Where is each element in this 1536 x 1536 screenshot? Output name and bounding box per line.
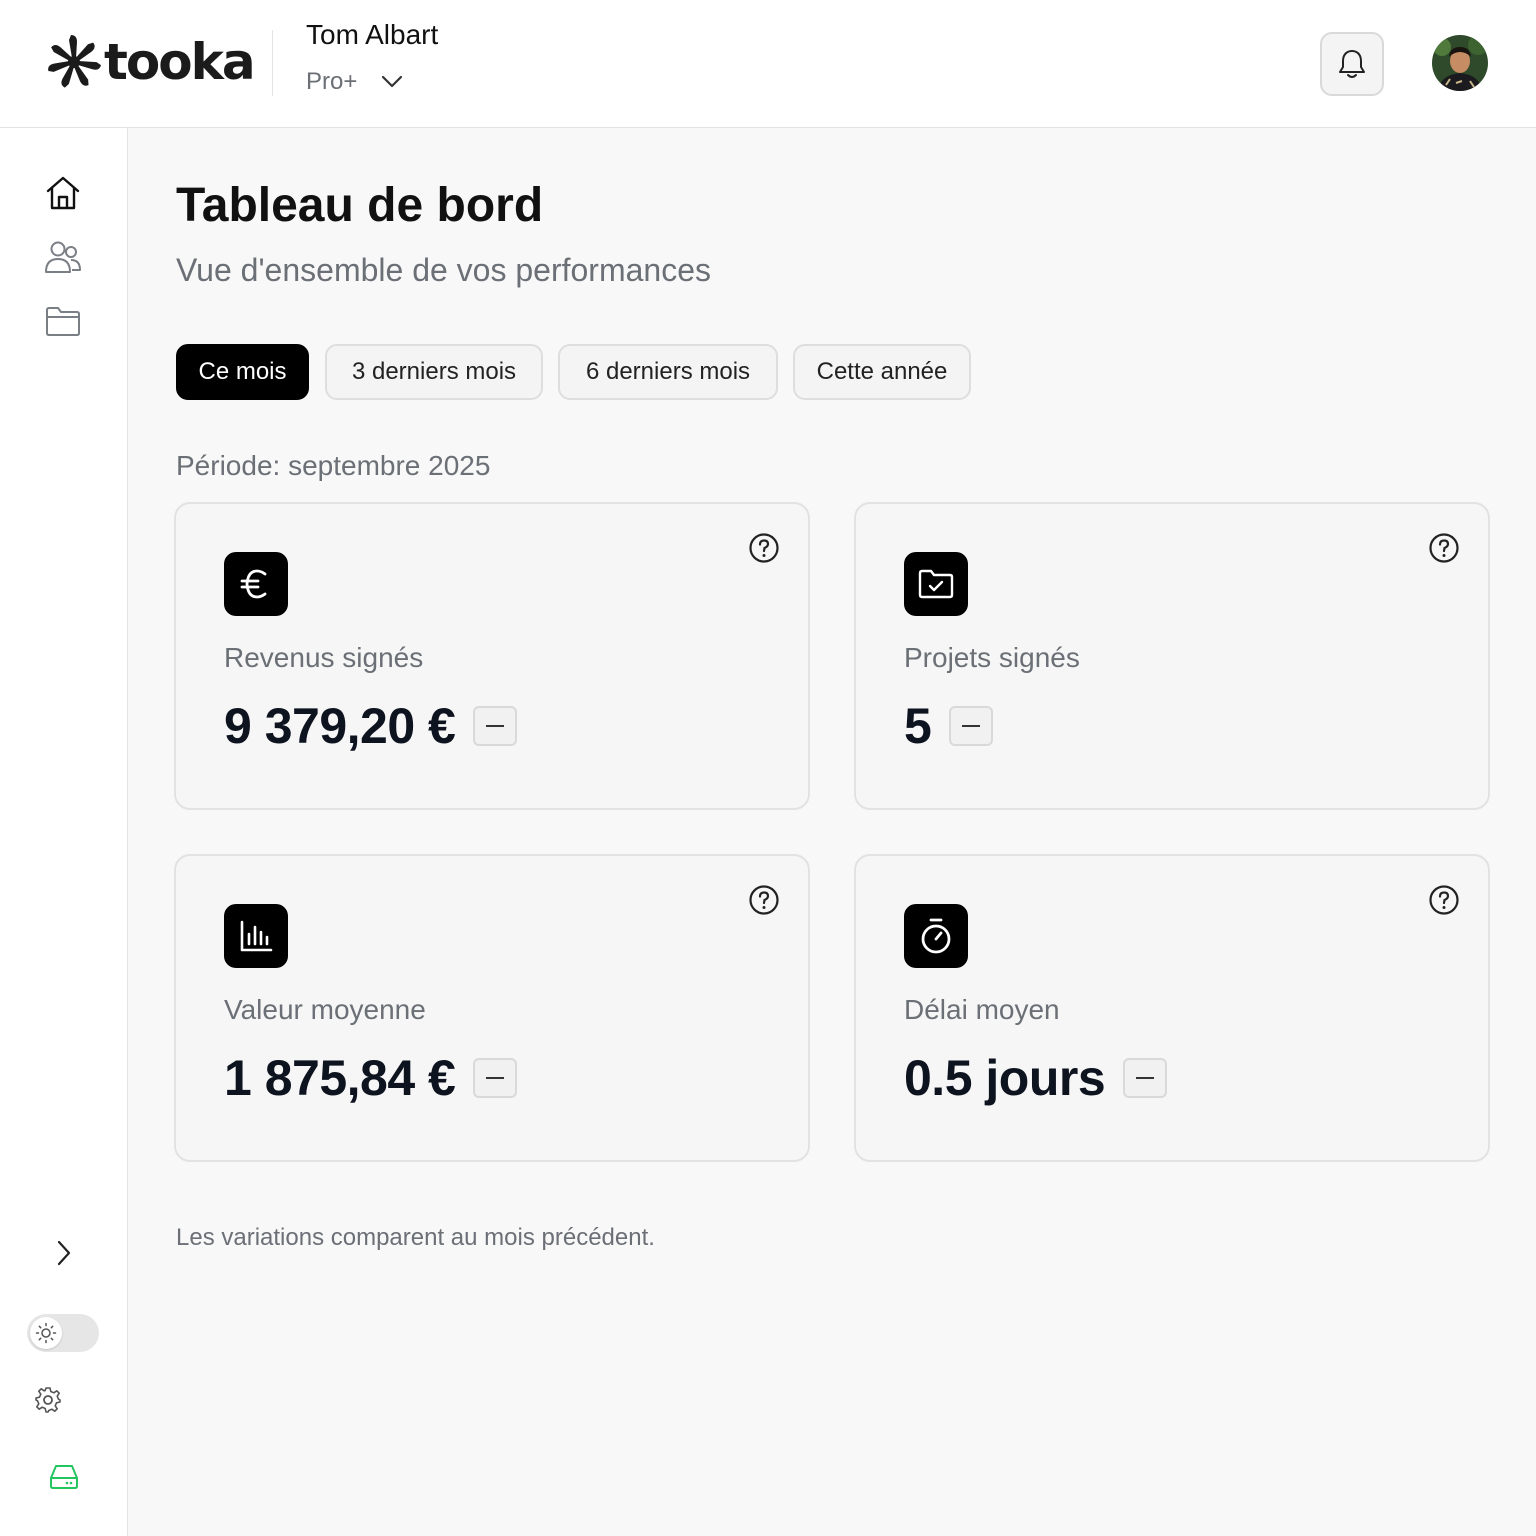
theme-toggle[interactable]: [27, 1314, 99, 1352]
user-avatar[interactable]: [1432, 35, 1488, 91]
help-icon[interactable]: [1428, 532, 1460, 564]
sidebar-item-projects[interactable]: [44, 302, 82, 340]
stopwatch-icon: [921, 918, 951, 954]
plan-label: Pro+: [306, 68, 358, 95]
stat-card-revenue: Revenus signés 9 379,20 €: [174, 502, 810, 810]
help-icon[interactable]: [1428, 884, 1460, 916]
sidebar-item-home[interactable]: [44, 174, 82, 212]
card-icon-box: [904, 904, 968, 968]
stat-card-average-value: Valeur moyenne 1 875,84 €: [174, 854, 810, 1162]
stat-value: 5: [904, 698, 932, 754]
chevron-down-icon: [382, 75, 403, 88]
help-icon[interactable]: [748, 532, 780, 564]
stat-value-row: 5: [904, 696, 994, 756]
minus-icon: [1136, 1077, 1155, 1079]
stat-label: Valeur moyenne: [224, 994, 426, 1025]
stat-value: 9 379,20 €: [224, 698, 456, 754]
variation-badge: [473, 1058, 518, 1098]
minus-icon: [486, 725, 505, 727]
stat-label: Délai moyen: [904, 994, 1060, 1025]
stat-card-projects: Projets signés 5: [854, 502, 1490, 810]
card-icon-box: [224, 552, 288, 616]
stat-value-row: 0.5 jours: [904, 1048, 1168, 1108]
toggle-knob: [30, 1317, 62, 1349]
sidebar-item-clients[interactable]: [44, 238, 82, 276]
notifications-button[interactable]: [1320, 32, 1384, 96]
chevron-right-icon: [57, 1240, 71, 1266]
variation-footnote: Les variations comparent au mois précéde…: [176, 1224, 655, 1251]
users-icon: [45, 241, 81, 273]
filter-this-month[interactable]: Ce mois: [176, 344, 309, 400]
variation-badge: [949, 706, 994, 746]
folder-check-icon: [918, 569, 954, 599]
top-bar: tooka Tom Albart Pro+: [0, 0, 1536, 128]
help-icon[interactable]: [748, 884, 780, 916]
bell-icon: [1339, 50, 1365, 78]
storage-button[interactable]: [48, 1462, 80, 1492]
variation-badge: [1123, 1058, 1168, 1098]
home-icon: [46, 176, 80, 210]
stat-label: Projets signés: [904, 642, 1080, 673]
stat-card-average-delay: Délai moyen 0.5 jours: [854, 854, 1490, 1162]
workspace-user-name[interactable]: Tom Albart: [306, 19, 438, 51]
drive-icon: [50, 1465, 78, 1489]
filter-last-6-months[interactable]: 6 derniers mois: [558, 344, 778, 400]
gear-icon: [35, 1387, 61, 1413]
stat-value: 1 875,84 €: [224, 1050, 456, 1106]
stat-label: Revenus signés: [224, 642, 424, 673]
bar-chart-icon: [240, 920, 273, 952]
folder-icon: [46, 307, 80, 336]
sidebar-expand-button[interactable]: [52, 1238, 76, 1268]
period-label: Période: septembre 2025: [176, 450, 491, 481]
stat-value: 0.5 jours: [904, 1050, 1106, 1106]
minus-icon: [962, 725, 981, 727]
brand-logo[interactable]: tooka: [46, 32, 256, 92]
minus-icon: [486, 1077, 505, 1079]
card-icon-box: [224, 904, 288, 968]
filter-last-3-months[interactable]: 3 derniers mois: [325, 344, 543, 400]
stat-value-row: 9 379,20 €: [224, 696, 518, 756]
filter-this-year[interactable]: Cette année: [793, 344, 971, 400]
page-subtitle: Vue d'ensemble de vos performances: [176, 252, 711, 288]
logo-mark-icon: [48, 35, 101, 88]
stat-value-row: 1 875,84 €: [224, 1048, 518, 1108]
settings-button[interactable]: [34, 1386, 62, 1414]
page-title: Tableau de bord: [176, 179, 544, 232]
brand-name: tooka: [104, 33, 256, 91]
sun-icon: [35, 1322, 57, 1344]
variation-badge: [473, 706, 518, 746]
header-divider: [272, 30, 273, 96]
plan-selector[interactable]: Pro+: [306, 68, 403, 96]
card-icon-box: [904, 552, 968, 616]
euro-icon: [240, 569, 267, 599]
